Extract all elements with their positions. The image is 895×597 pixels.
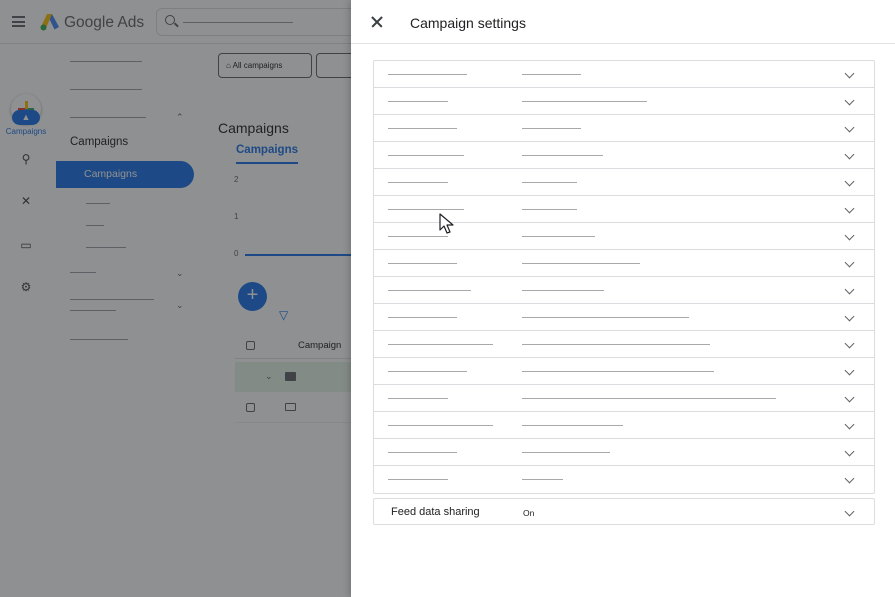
setting-row[interactable] [374, 88, 874, 115]
setting-value-placeholder [522, 452, 610, 453]
setting-row[interactable] [374, 331, 874, 358]
setting-row[interactable] [374, 412, 874, 439]
setting-value-placeholder [522, 344, 710, 345]
setting-name-placeholder [388, 344, 493, 345]
setting-value-placeholder [522, 398, 776, 399]
setting-name-placeholder [388, 398, 448, 399]
setting-name-placeholder [388, 101, 448, 102]
setting-row-feed-data-sharing[interactable]: Feed data sharing On [373, 498, 875, 525]
setting-name-placeholder [388, 236, 448, 237]
close-icon[interactable] [369, 14, 385, 30]
setting-row[interactable] [374, 169, 874, 196]
setting-name-placeholder [388, 182, 448, 183]
chevron-down-icon[interactable] [844, 230, 855, 241]
chevron-down-icon[interactable] [844, 176, 855, 187]
chevron-down-icon[interactable] [844, 311, 855, 322]
chevron-down-icon[interactable] [844, 473, 855, 484]
setting-row[interactable] [374, 277, 874, 304]
setting-name-placeholder [388, 371, 467, 372]
setting-value-placeholder [522, 155, 603, 156]
chevron-down-icon[interactable] [844, 68, 855, 79]
setting-name-placeholder [388, 74, 467, 75]
setting-name-placeholder [388, 128, 457, 129]
chevron-down-icon[interactable] [844, 338, 855, 349]
feed-data-sharing-value: On [523, 508, 535, 518]
setting-value-placeholder [522, 101, 647, 102]
setting-row[interactable] [374, 466, 874, 493]
setting-value-placeholder [522, 317, 689, 318]
setting-row[interactable] [374, 115, 874, 142]
chevron-down-icon[interactable] [844, 203, 855, 214]
chevron-down-icon[interactable] [844, 506, 855, 517]
chevron-down-icon[interactable] [844, 122, 855, 133]
chevron-down-icon[interactable] [844, 446, 855, 457]
setting-value-placeholder [522, 236, 595, 237]
setting-value-placeholder [522, 290, 604, 291]
chevron-down-icon[interactable] [844, 95, 855, 106]
setting-name-placeholder [388, 425, 493, 426]
feed-data-sharing-label: Feed data sharing [391, 506, 480, 518]
setting-row[interactable] [374, 142, 874, 169]
chevron-down-icon[interactable] [844, 392, 855, 403]
setting-name-placeholder [388, 290, 471, 291]
setting-value-placeholder [522, 74, 581, 75]
setting-value-placeholder [522, 209, 577, 210]
chevron-down-icon[interactable] [844, 257, 855, 268]
setting-value-placeholder [522, 479, 563, 480]
setting-row[interactable] [374, 439, 874, 466]
setting-name-placeholder [388, 452, 457, 453]
chevron-down-icon[interactable] [844, 149, 855, 160]
panel-header: Campaign settings [351, 0, 895, 44]
setting-row[interactable] [374, 385, 874, 412]
panel-title: Campaign settings [410, 15, 526, 31]
setting-row[interactable] [374, 61, 874, 88]
setting-value-placeholder [522, 425, 623, 426]
setting-name-placeholder [388, 155, 464, 156]
settings-list [373, 60, 875, 494]
setting-name-placeholder [388, 263, 457, 264]
setting-value-placeholder [522, 263, 640, 264]
setting-row[interactable] [374, 250, 874, 277]
setting-row[interactable] [374, 304, 874, 331]
setting-row[interactable] [374, 358, 874, 385]
chevron-down-icon[interactable] [844, 365, 855, 376]
mouse-pointer-icon [439, 213, 454, 234]
setting-value-placeholder [522, 128, 581, 129]
chevron-down-icon[interactable] [844, 419, 855, 430]
setting-name-placeholder [388, 317, 457, 318]
setting-value-placeholder [522, 182, 577, 183]
campaign-settings-panel: Campaign settings Feed data sharing On [351, 0, 895, 597]
setting-name-placeholder [388, 479, 448, 480]
setting-value-placeholder [522, 371, 714, 372]
setting-name-placeholder [388, 209, 464, 210]
chevron-down-icon[interactable] [844, 284, 855, 295]
